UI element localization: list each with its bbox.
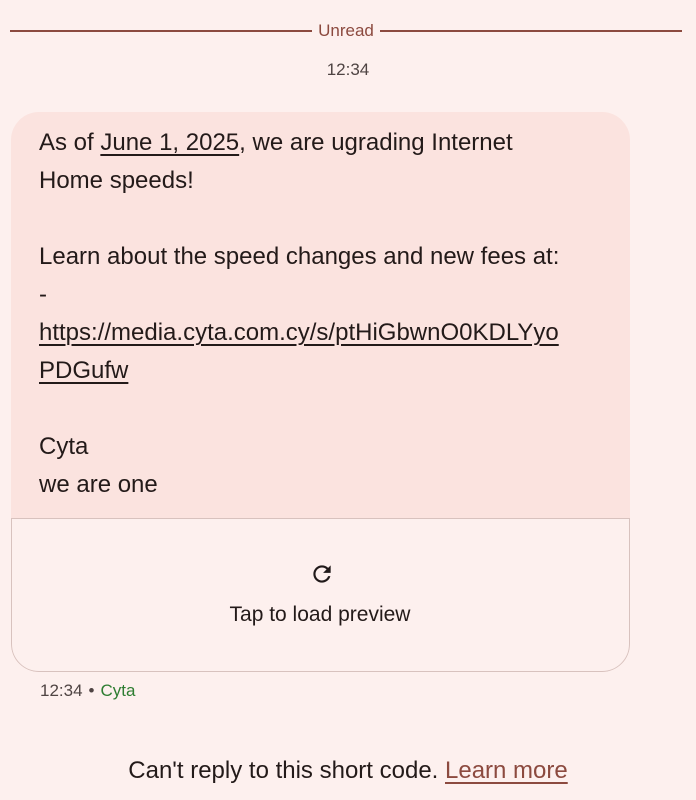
url-line-2: PDGufw — [39, 352, 609, 390]
message-line-1-suffix: , we are ugrading Internet — [239, 129, 513, 156]
divider-line-right — [379, 30, 683, 32]
url-line-1: https://media.cyta.com.cy/s/ptHiGbwnO0KD… — [39, 314, 609, 352]
unread-divider: Unread — [10, 20, 683, 42]
cannot-reply-notice: Can't reply to this short code. Learn mo… — [0, 757, 696, 785]
load-preview-label[interactable]: Tap to load preview — [12, 603, 628, 627]
signature-line-1: Cyta — [39, 433, 89, 460]
learn-more-link[interactable]: Learn more — [445, 757, 568, 784]
cannot-reply-text: Can't reply to this short code. — [128, 757, 445, 784]
message-line-3: Learn about the speed changes and new fe… — [39, 243, 560, 270]
message-line-4: - — [39, 281, 47, 308]
meta-sender: Cyta — [100, 681, 136, 700]
meta-separator: • — [88, 681, 95, 700]
message-meta: 12:34 • Cyta — [40, 681, 135, 701]
message-timestamp: 12:34 — [326, 60, 370, 79]
message-line-1: As of June 1, 2025, we are ugrading Inte… — [39, 124, 609, 162]
message-bubble[interactable]: As of June 1, 2025, we are ugrading Inte… — [11, 112, 630, 672]
url-link-part-1[interactable]: https://media.cyta.com.cy/s/ptHiGbwnO0KD… — [39, 319, 559, 346]
message-line-2: Home speeds! — [39, 167, 194, 194]
message-text: As of June 1, 2025, we are ugrading Inte… — [39, 124, 609, 504]
date-link[interactable]: June 1, 2025 — [100, 129, 239, 156]
reload-icon[interactable] — [309, 561, 335, 587]
divider-line-left — [10, 30, 313, 32]
signature-line-2: we are one — [39, 471, 158, 498]
unread-label: Unread — [318, 21, 374, 40]
url-link-part-2[interactable]: PDGufw — [39, 357, 128, 384]
link-preview-card[interactable]: Tap to load preview — [11, 518, 630, 672]
meta-time: 12:34 — [40, 681, 83, 700]
message-line-1-prefix: As of — [39, 129, 101, 156]
